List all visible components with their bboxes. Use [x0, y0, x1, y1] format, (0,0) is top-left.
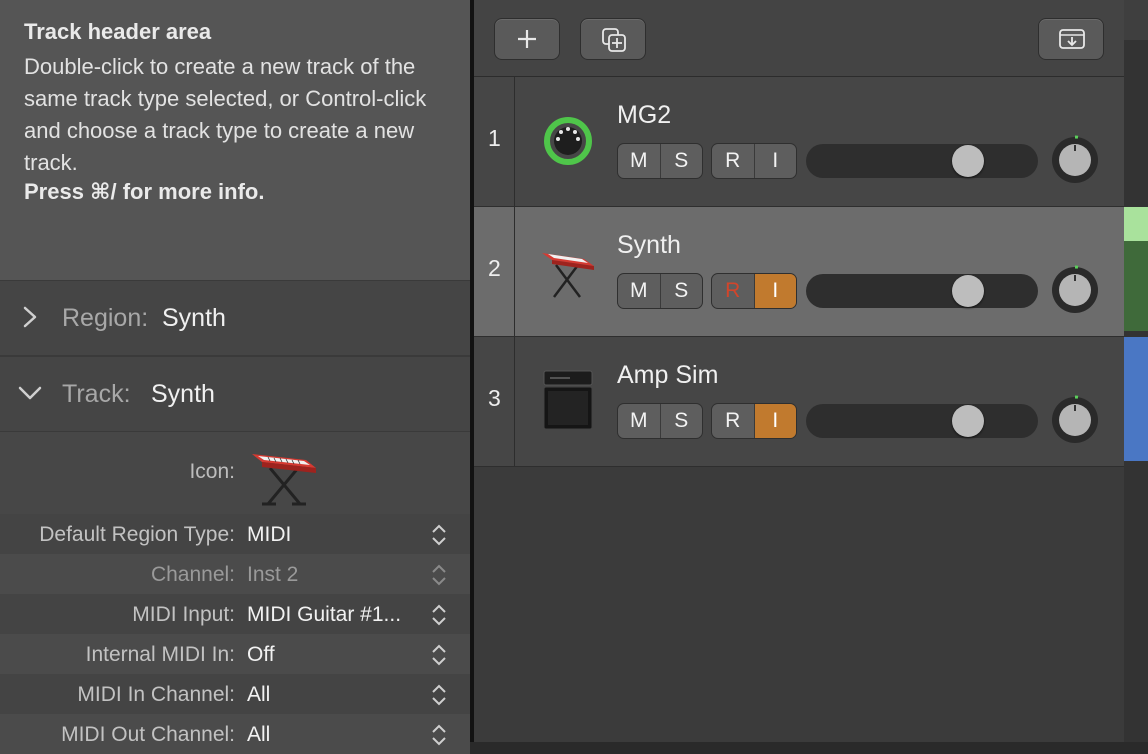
pan-knob[interactable] [1050, 395, 1100, 445]
track-name[interactable]: Amp Sim [617, 361, 718, 390]
param-value[interactable]: Inst 2 [247, 563, 298, 587]
param-value[interactable]: All [247, 723, 270, 747]
track-inspector-header[interactable]: Track: Synth [0, 356, 470, 432]
param-channel[interactable]: Channel: Inst 2 [0, 554, 470, 594]
add-track-button[interactable] [494, 18, 560, 60]
mute-button[interactable]: M [618, 144, 660, 178]
param-value[interactable]: MIDI [247, 523, 291, 547]
mute-button[interactable]: M [618, 274, 660, 308]
mute-solo-group: M S [617, 143, 703, 179]
volume-slider-thumb[interactable] [952, 145, 984, 177]
track-name[interactable]: Synth [617, 231, 681, 260]
record-input-group: R I [711, 273, 797, 309]
track-header-toolbar [474, 0, 1124, 77]
param-label: Channel: [150, 563, 235, 586]
mute-solo-group: M S [617, 273, 703, 309]
chevron-right-icon [23, 306, 37, 328]
mute-solo-group: M S [617, 403, 703, 439]
param-value[interactable]: MIDI Guitar #1... [247, 603, 401, 627]
input-monitoring-button[interactable]: I [753, 274, 796, 308]
track-section-value: Synth [151, 380, 215, 408]
param-value[interactable]: All [247, 683, 270, 707]
icon-label[interactable]: Icon: [189, 460, 235, 484]
pan-knob[interactable] [1050, 135, 1100, 185]
region-inspector-header[interactable]: Region: Synth [0, 280, 470, 356]
param-label: MIDI Out Channel: [61, 723, 235, 746]
track-section-label: Track: [62, 380, 131, 408]
track-number: 2 [474, 207, 515, 336]
track-number: 1 [474, 77, 515, 206]
up-down-arrows-icon[interactable] [430, 602, 448, 628]
quick-help-panel: Track header area Double-click to create… [0, 0, 470, 280]
volume-slider-thumb[interactable] [952, 405, 984, 437]
track-number-text: 1 [488, 125, 501, 151]
record-input-group: R I [711, 403, 797, 439]
param-label: MIDI In Channel: [77, 683, 235, 706]
download-button[interactable] [1038, 18, 1104, 60]
duplicate-track-icon [602, 28, 626, 52]
tray-download-icon [1059, 29, 1085, 49]
keyboard-synth-icon[interactable] [538, 239, 598, 303]
record-enable-button[interactable]: R [712, 274, 754, 308]
up-down-arrows-icon[interactable] [430, 722, 448, 748]
quick-help-more-info: Press ⌘/ for more info. [24, 179, 265, 204]
region-fragment-synth[interactable] [1124, 207, 1148, 331]
region-section-value: Synth [162, 304, 226, 332]
inspector-panel: Track header area Double-click to create… [0, 0, 470, 754]
volume-slider[interactable] [806, 404, 1038, 438]
track-header-3[interactable]: 3 Amp Sim M S R I [474, 337, 1124, 467]
track-name[interactable]: MG2 [617, 101, 671, 130]
track-icon-row: Icon: [0, 432, 470, 514]
record-input-group: R I [711, 143, 797, 179]
solo-button[interactable]: S [659, 404, 703, 438]
param-label: Default Region Type: [39, 523, 235, 546]
input-monitoring-button[interactable]: I [753, 404, 796, 438]
chevron-down-icon [18, 386, 42, 400]
track-headers-area[interactable]: 1 MG2 M S R I 2 Synth M S R I 3 Amp Sim … [474, 0, 1124, 742]
track-header-1[interactable]: 1 MG2 M S R I [474, 77, 1124, 207]
solo-button[interactable]: S [659, 274, 703, 308]
up-down-arrows-icon[interactable] [430, 522, 448, 548]
quick-help-title: Track header area [24, 19, 212, 44]
param-label: MIDI Input: [132, 603, 235, 626]
mute-button[interactable]: M [618, 404, 660, 438]
keyboard-synth-icon[interactable] [248, 446, 320, 508]
volume-slider-thumb[interactable] [952, 275, 984, 307]
param-label: Internal MIDI In: [85, 643, 235, 666]
midi-port-icon[interactable] [540, 109, 596, 173]
up-down-arrows-icon[interactable] [430, 682, 448, 708]
guitar-amp-icon[interactable] [540, 369, 596, 433]
plus-icon [518, 30, 536, 48]
track-parameters: Icon: Default Region Type: MIDI Channel:… [0, 432, 470, 754]
param-midi-in-channel[interactable]: MIDI In Channel: All [0, 674, 470, 714]
up-down-arrows-icon[interactable] [430, 642, 448, 668]
tracks-area-edge[interactable] [1124, 0, 1148, 742]
ruler-fragment [1124, 0, 1148, 40]
up-down-arrows-icon[interactable] [430, 562, 448, 588]
volume-slider[interactable] [806, 144, 1038, 178]
track-number: 3 [474, 337, 515, 466]
volume-slider[interactable] [806, 274, 1038, 308]
param-default-region-type[interactable]: Default Region Type: MIDI [0, 514, 470, 554]
record-enable-button[interactable]: R [712, 404, 754, 438]
quick-help-body: Double-click to create a new track of th… [24, 54, 427, 175]
record-enable-button[interactable]: R [712, 144, 754, 178]
region-header-fragment [1124, 207, 1148, 241]
param-midi-input[interactable]: MIDI Input: MIDI Guitar #1... [0, 594, 470, 634]
track-number-text: 3 [488, 385, 501, 411]
input-monitoring-button[interactable]: I [753, 144, 797, 178]
solo-button[interactable]: S [659, 144, 703, 178]
region-section-label: Region: [62, 304, 149, 332]
param-internal-midi-in[interactable]: Internal MIDI In: Off [0, 634, 470, 674]
param-value[interactable]: Off [247, 643, 275, 667]
pan-knob[interactable] [1050, 265, 1100, 315]
duplicate-track-button[interactable] [580, 18, 646, 60]
region-fragment-amp-sim[interactable] [1124, 337, 1148, 461]
track-header-2[interactable]: 2 Synth M S R I [474, 207, 1124, 337]
track-number-text: 2 [488, 255, 501, 281]
param-midi-out-channel[interactable]: MIDI Out Channel: All [0, 714, 470, 754]
